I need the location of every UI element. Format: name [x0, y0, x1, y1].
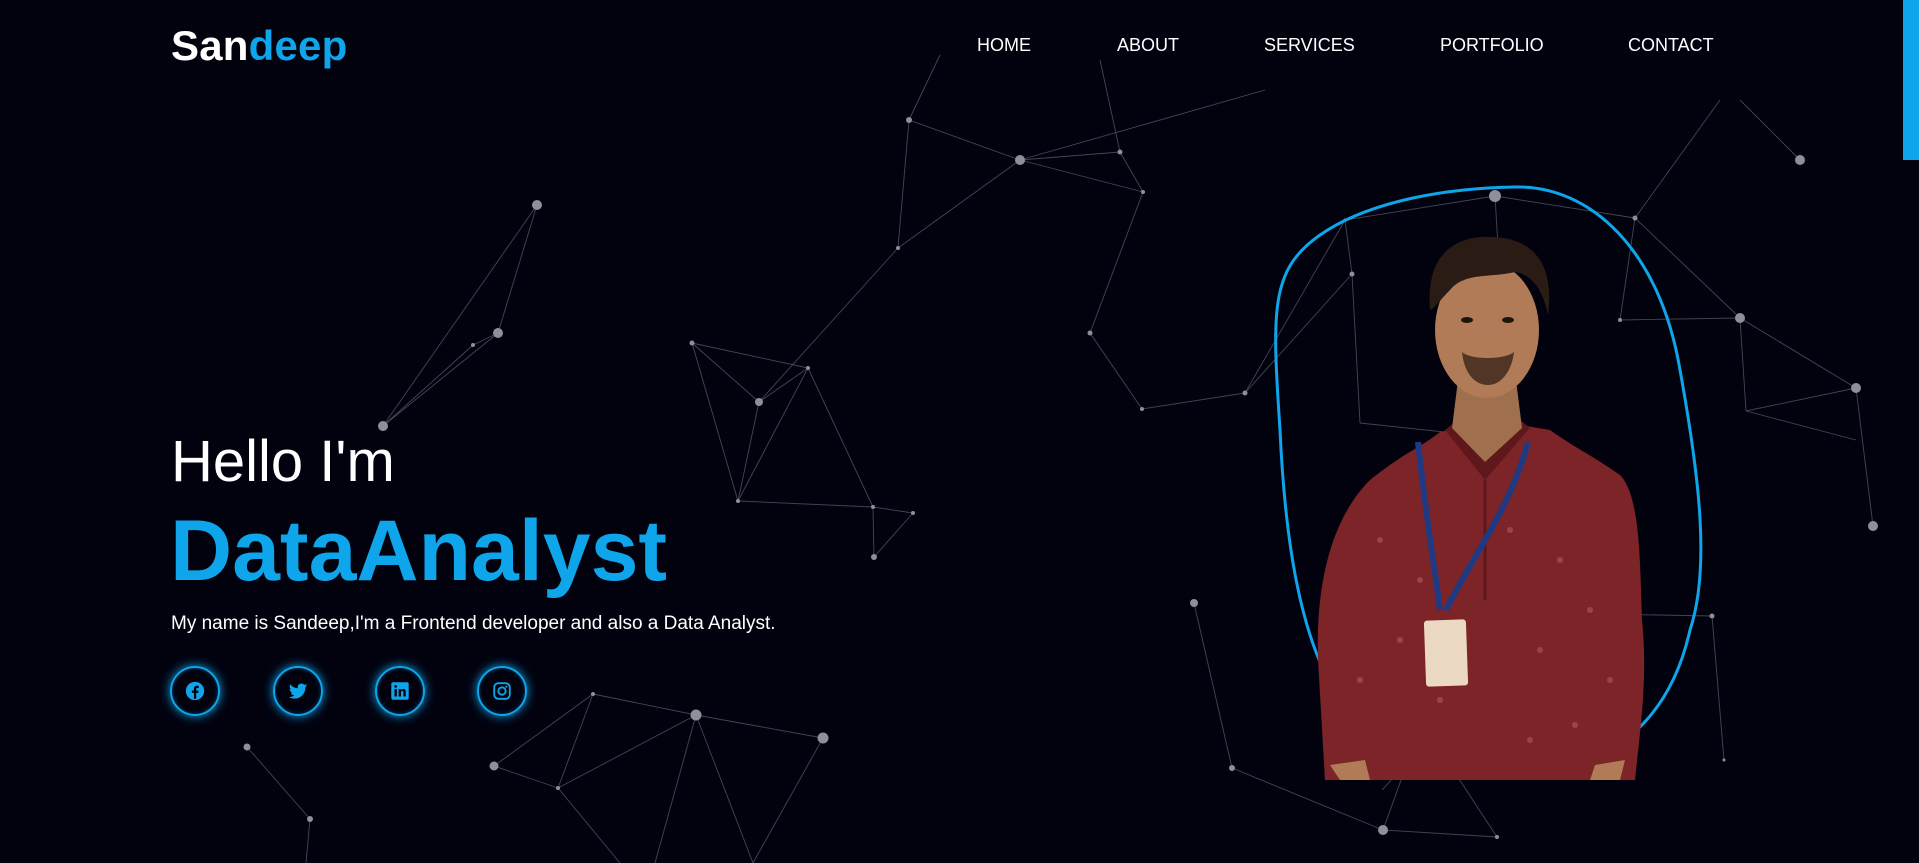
facebook-link[interactable]	[170, 666, 220, 716]
hero-intro: My name is Sandeep,I'm a Frontend develo…	[171, 613, 776, 634]
linkedin-link[interactable]	[375, 666, 425, 716]
facebook-icon	[185, 681, 205, 701]
hero-role: DataAnalyst	[170, 503, 668, 599]
nav-home[interactable]: HOME	[977, 35, 1031, 56]
twitter-link[interactable]	[273, 666, 323, 716]
nav-services[interactable]: SERVICES	[1264, 35, 1355, 56]
linkedin-icon	[391, 682, 409, 700]
nav-contact[interactable]: CONTACT	[1628, 35, 1714, 56]
site-logo[interactable]: Sandeep	[171, 22, 347, 70]
hero-greeting: Hello I'm	[171, 429, 395, 494]
logo-second: deep	[248, 22, 348, 69]
nav-portfolio[interactable]: PORTFOLIO	[1440, 35, 1544, 56]
instagram-icon	[493, 682, 511, 700]
instagram-link[interactable]	[477, 666, 527, 716]
profile-photo	[1274, 185, 1703, 780]
scrollbar-thumb[interactable]	[1903, 0, 1919, 160]
nav-about[interactable]: ABOUT	[1117, 35, 1179, 56]
twitter-icon	[288, 683, 308, 699]
logo-first: San	[171, 22, 249, 69]
